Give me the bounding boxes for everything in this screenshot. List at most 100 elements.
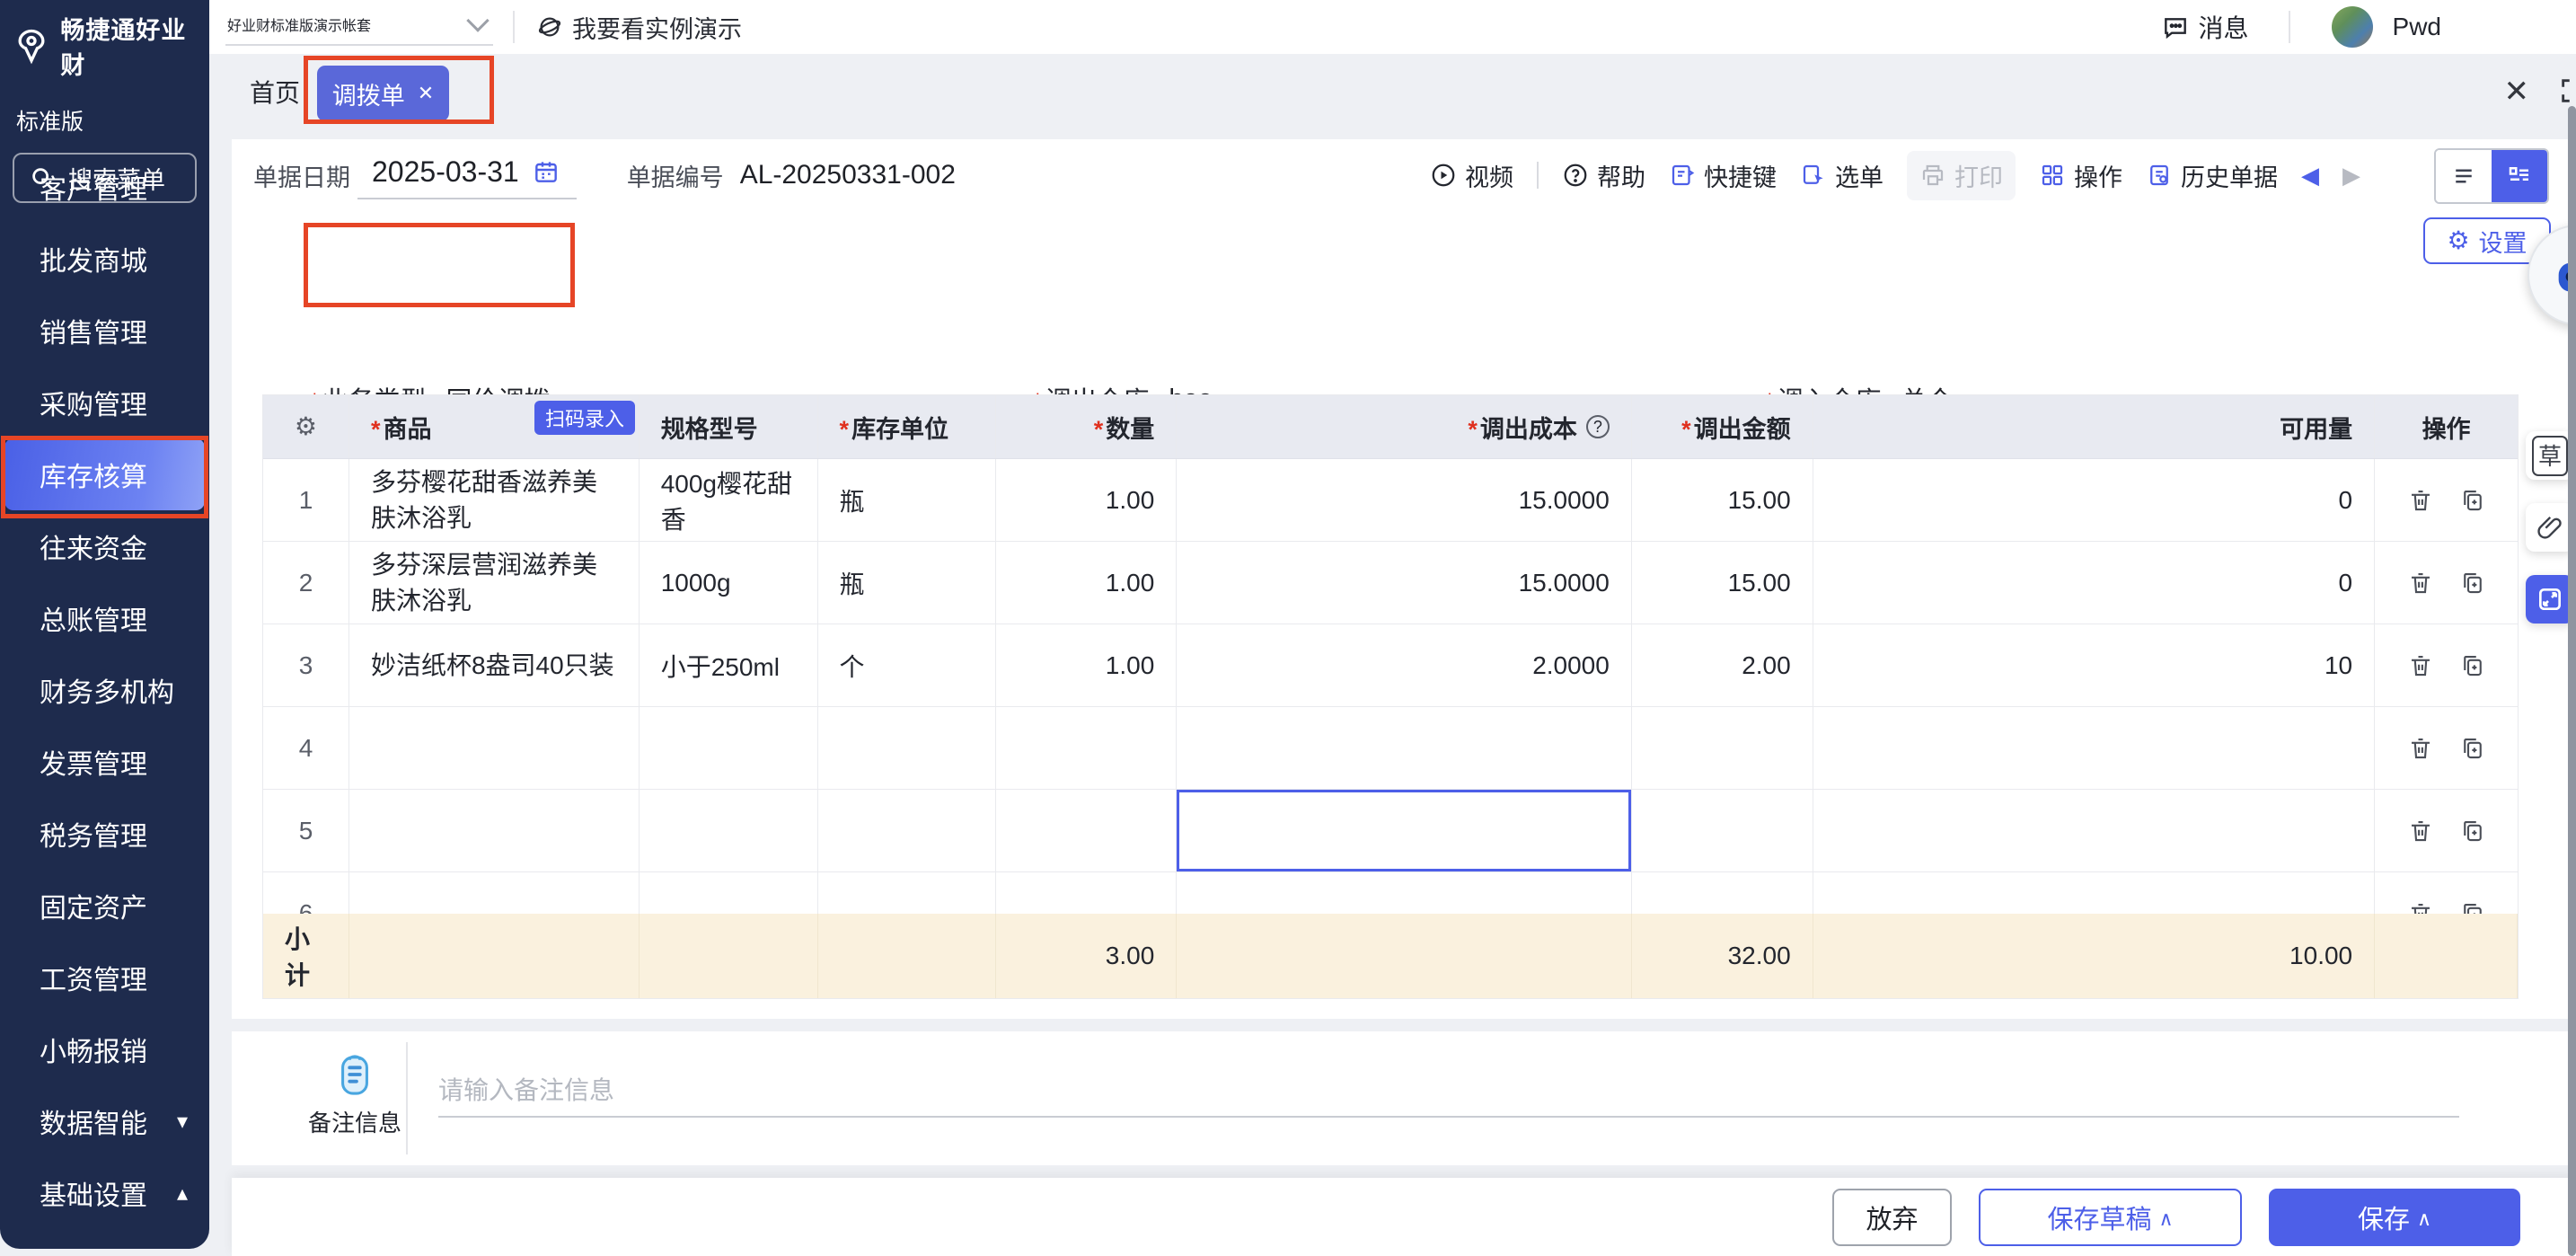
sidebar-item-payroll[interactable]: 工资管理 xyxy=(0,942,209,1013)
col-product: 商品 xyxy=(371,410,432,445)
delete-row-icon[interactable] xyxy=(2407,487,2434,514)
sidebar-item-invoice[interactable]: 发票管理 xyxy=(0,726,209,798)
cell-product[interactable]: 多芬深层营润滋养美肤沐浴乳 xyxy=(349,542,640,624)
sidebar-item-funds[interactable]: 往来资金 xyxy=(0,510,209,582)
cell-spec[interactable]: 1000g xyxy=(640,542,818,624)
cell-unit[interactable] xyxy=(818,707,997,789)
fullscreen-icon[interactable] xyxy=(2558,75,2576,106)
cell-amount[interactable] xyxy=(1632,790,1813,871)
cell-cost-focused[interactable] xyxy=(1177,790,1632,871)
cell-product[interactable]: 多芬樱花甜香滋养美肤沐浴乳 xyxy=(349,459,640,541)
cell-qty[interactable]: 1.00 xyxy=(996,624,1177,706)
account-set-select[interactable]: 好业财标准版演示帐套 xyxy=(225,8,493,46)
tab-transfer-order[interactable]: 调拨单 ✕ xyxy=(317,66,449,121)
cell-spec[interactable]: 小于250ml xyxy=(640,624,818,706)
cell-unit[interactable]: 瓶 xyxy=(818,542,997,624)
copy-row-icon[interactable] xyxy=(2459,570,2486,597)
delete-row-icon[interactable] xyxy=(2407,818,2434,845)
sidebar-item-wholesale[interactable]: 批发商城 xyxy=(0,223,209,295)
close-icon[interactable]: ✕ xyxy=(2504,74,2530,110)
avatar[interactable] xyxy=(2332,6,2373,48)
cell-unit[interactable]: 个 xyxy=(818,624,997,706)
sidebar-item-fixed-assets[interactable]: 固定资产 xyxy=(0,870,209,942)
copy-row-icon[interactable] xyxy=(2459,735,2486,762)
cell-qty[interactable]: 1.00 xyxy=(996,542,1177,624)
cell-qty[interactable] xyxy=(996,790,1177,871)
list-view-button[interactable] xyxy=(2436,150,2492,202)
save-draft-button[interactable]: 保存草稿∧ xyxy=(1979,1189,2242,1246)
cell-cost[interactable]: 15.0000 xyxy=(1177,542,1632,624)
remark-input[interactable] xyxy=(438,1066,2459,1118)
demo-link[interactable]: 我要看实例演示 xyxy=(536,10,742,45)
cell-qty[interactable]: 1.00 xyxy=(996,459,1177,541)
card-view-button[interactable] xyxy=(2492,150,2547,202)
cell-amount[interactable] xyxy=(1632,707,1813,789)
sidebar-item-inventory[interactable]: 库存核算 xyxy=(4,438,205,510)
delete-row-icon[interactable] xyxy=(2407,900,2434,915)
history-button[interactable]: 历史单据 xyxy=(2146,158,2278,193)
sidebar-item-customer[interactable]: 客户管理 xyxy=(0,151,209,223)
play-circle-icon xyxy=(1430,162,1457,189)
sidebar-item-purchase[interactable]: 采购管理 xyxy=(0,367,209,438)
cell-amount[interactable]: 15.00 xyxy=(1632,459,1813,541)
sidebar-item-expense[interactable]: 小畅报销 xyxy=(0,1013,209,1085)
sidebar-item-ledger[interactable]: 总账管理 xyxy=(0,582,209,654)
cell-amount[interactable]: 15.00 xyxy=(1632,542,1813,624)
paperclip-icon xyxy=(2536,513,2564,542)
clipboard-icon xyxy=(334,1051,375,1098)
sidebar-item-tax[interactable]: 税务管理 xyxy=(0,798,209,870)
copy-row-icon[interactable] xyxy=(2459,652,2486,679)
cost-help-icon[interactable]: ? xyxy=(1586,415,1610,438)
sidebar-item-multi-org[interactable]: 财务多机构 xyxy=(0,654,209,726)
cell-product[interactable] xyxy=(349,790,640,871)
sidebar-item-basic-settings[interactable]: 基础设置 ▴ xyxy=(0,1157,209,1229)
cell-unit[interactable] xyxy=(818,790,997,871)
operations-button[interactable]: 操作 xyxy=(2039,158,2122,193)
copy-row-icon[interactable] xyxy=(2459,900,2486,915)
cell-spec[interactable] xyxy=(640,707,818,789)
expand-button[interactable] xyxy=(2526,575,2574,624)
cell-product[interactable] xyxy=(349,707,640,789)
sidebar-item-data-intelligence[interactable]: 数据智能 ▾ xyxy=(0,1085,209,1157)
scan-entry-button[interactable]: 扫码录入 xyxy=(534,401,635,435)
pick-order-button[interactable]: 选单 xyxy=(1800,158,1883,193)
date-field[interactable]: 2025-03-31 xyxy=(357,152,577,199)
cell-cost[interactable] xyxy=(1177,707,1632,789)
delete-row-icon[interactable] xyxy=(2407,652,2434,679)
remark-title: 备注信息 xyxy=(305,1105,404,1138)
messages-button[interactable]: 消息 xyxy=(2161,9,2249,45)
attachment-button[interactable] xyxy=(2526,503,2574,552)
hotkeys-button[interactable]: 快捷键 xyxy=(1669,158,1777,193)
cell-product[interactable] xyxy=(349,872,640,914)
cell-qty[interactable] xyxy=(996,707,1177,789)
delete-row-icon[interactable] xyxy=(2407,735,2434,762)
column-settings-button[interactable]: ⚙ xyxy=(263,395,349,458)
chevron-down-icon: ▾ xyxy=(177,1109,188,1135)
cell-spec[interactable] xyxy=(640,872,818,914)
cell-cost[interactable]: 2.0000 xyxy=(1177,624,1632,706)
tab-home[interactable]: 首页 xyxy=(250,74,300,110)
divider xyxy=(406,1042,408,1154)
prev-doc-icon[interactable]: ◀ xyxy=(2301,162,2319,190)
delete-row-icon[interactable] xyxy=(2407,570,2434,597)
cell-product[interactable]: 妙洁纸杯8盎司40只装 xyxy=(349,624,640,706)
cell-spec[interactable]: 400g樱花甜香 xyxy=(640,459,818,541)
cell-unit[interactable]: 瓶 xyxy=(818,459,997,541)
draft-box-button[interactable]: 草 xyxy=(2526,431,2574,480)
cell-cost[interactable]: 15.0000 xyxy=(1177,459,1632,541)
document-panel: 单据日期 2025-03-31 单据编号 AL-20250331-002 视频 … xyxy=(232,139,2576,1019)
vertical-scrollbar[interactable] xyxy=(2568,106,2576,1256)
video-button[interactable]: 视频 xyxy=(1430,158,1513,193)
copy-row-icon[interactable] xyxy=(2459,818,2486,845)
cell-spec[interactable] xyxy=(640,790,818,871)
copy-row-icon[interactable] xyxy=(2459,487,2486,514)
print-button[interactable]: 打印 xyxy=(1907,151,2016,200)
cell-amount[interactable]: 2.00 xyxy=(1632,624,1813,706)
save-button[interactable]: 保存∧ xyxy=(2269,1189,2520,1246)
cell-unit[interactable] xyxy=(818,872,997,914)
discard-button[interactable]: 放弃 xyxy=(1832,1189,1952,1246)
tab-close-icon[interactable]: ✕ xyxy=(418,82,434,105)
help-button[interactable]: 帮助 xyxy=(1562,158,1645,193)
next-doc-icon[interactable]: ▶ xyxy=(2342,162,2360,190)
sidebar-item-sales[interactable]: 销售管理 xyxy=(0,295,209,367)
